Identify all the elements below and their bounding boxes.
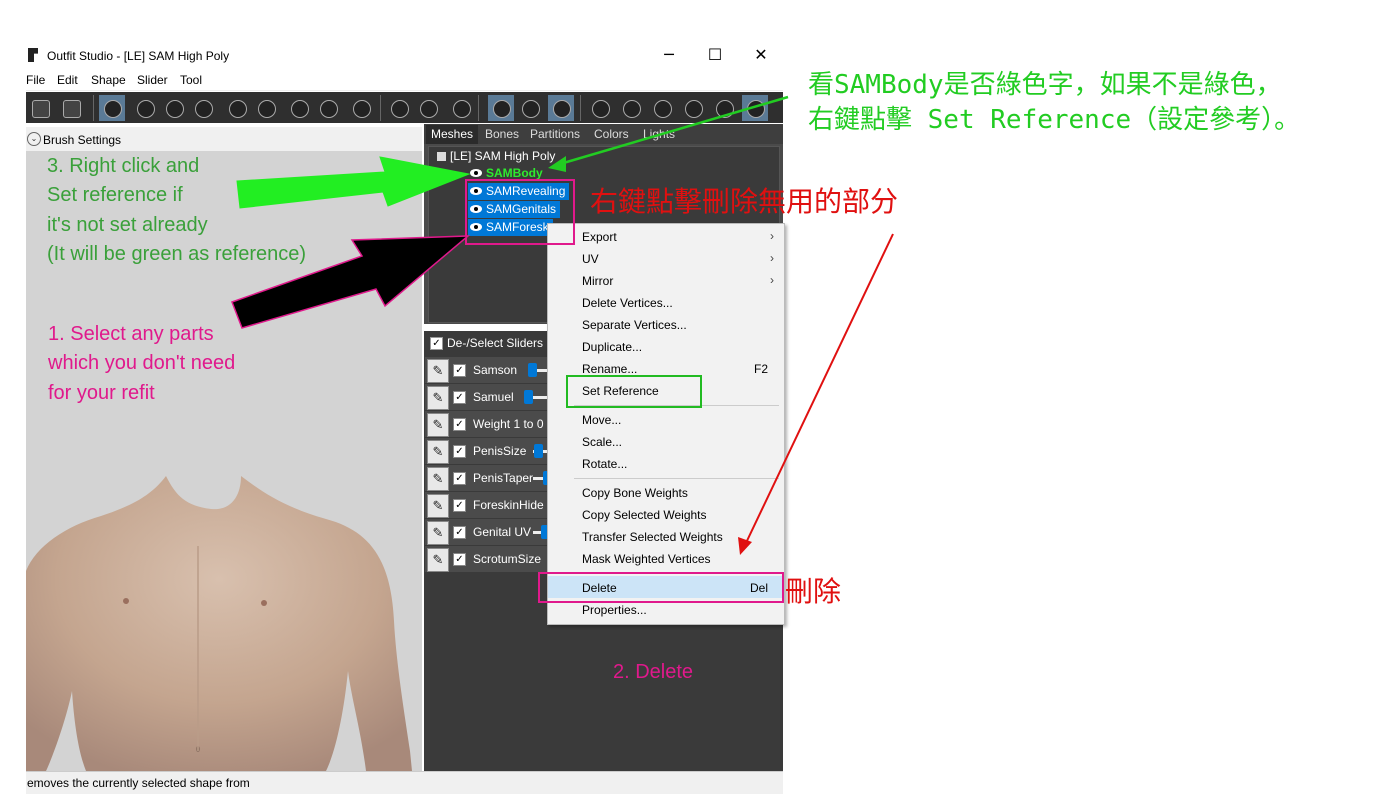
red-arrowhead bbox=[738, 537, 752, 555]
green-arrow-large bbox=[236, 156, 471, 209]
step3-line4: (It will be green as reference) bbox=[47, 243, 307, 265]
step1-line3: for your refit bbox=[48, 382, 155, 404]
step3-line2: Set reference if bbox=[47, 184, 183, 206]
step2-label: 2. Delete bbox=[613, 661, 694, 683]
step3-line3: it's not set already bbox=[47, 214, 208, 236]
green-arrow-line bbox=[559, 95, 789, 166]
red-arrow-line bbox=[744, 233, 894, 546]
step1-line2: which you don't need bbox=[48, 352, 236, 374]
step3-line1: 3. Right click and bbox=[47, 155, 200, 177]
zh-reference-line1: 看SAMBody是否綠色字，如果不是綠色， bbox=[808, 70, 1282, 100]
green-arrowhead bbox=[548, 156, 566, 172]
step1-line1: 1. Select any parts bbox=[48, 323, 214, 345]
zh-delete: 刪除 bbox=[785, 576, 842, 607]
zh-reference-line2: 右鍵點擊 Set Reference（設定參考）。 bbox=[808, 105, 1301, 135]
zh-remove-unused: 右鍵點擊刪除無用的部分 bbox=[590, 186, 899, 217]
